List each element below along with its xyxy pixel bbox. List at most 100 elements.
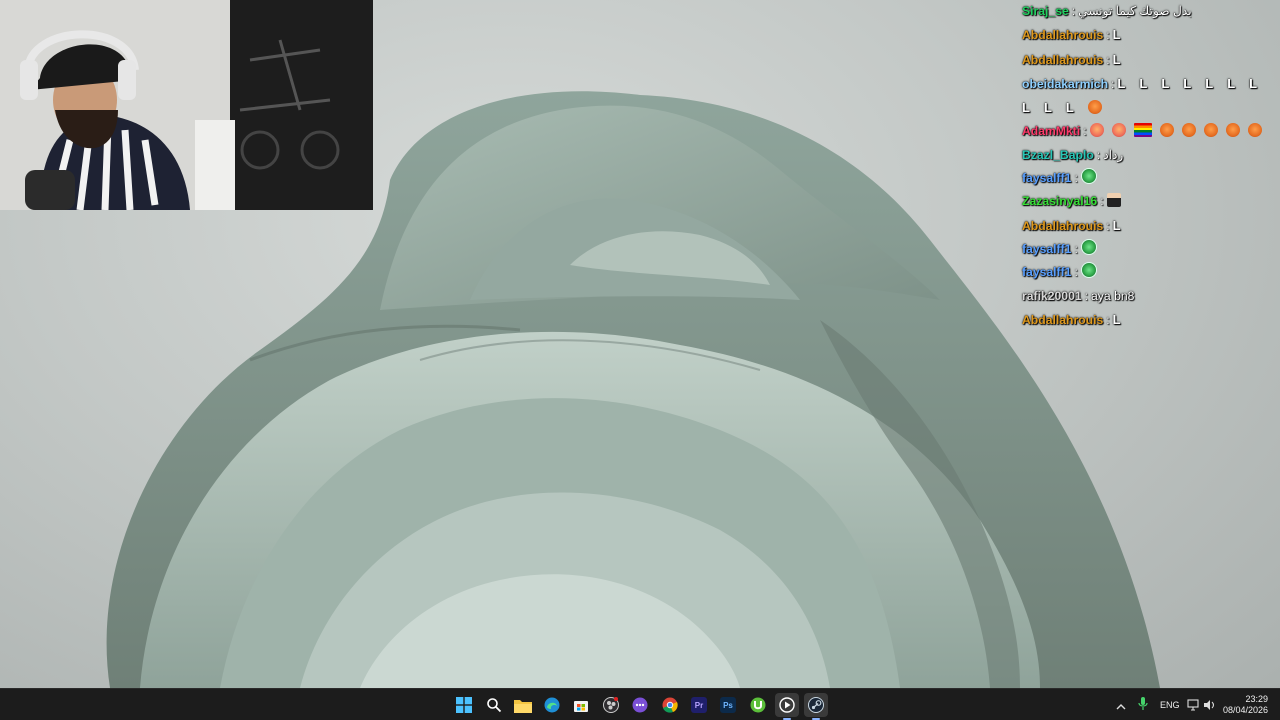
- store-icon: [573, 697, 589, 713]
- taskbar: Pr Ps ENG 23:29 08/04/2026: [0, 688, 1280, 720]
- photoshop-icon: Ps: [720, 697, 736, 713]
- chat-separator: :: [1074, 171, 1078, 186]
- search-button[interactable]: [482, 693, 506, 717]
- flushed-emote-icon: [1111, 123, 1126, 138]
- premiere-icon: Pr: [691, 697, 707, 713]
- microsoft-store[interactable]: [569, 693, 593, 717]
- stream-chat: Siraj_se: بدل صوتك كيما تونسي Abdallahroui…: [1022, 0, 1274, 340]
- chat-separator: :: [1071, 4, 1076, 18]
- chat-text: رداد: [1103, 147, 1124, 162]
- l-emote-icon: L: [1205, 75, 1214, 91]
- chrome-icon: [662, 697, 678, 713]
- angry-emote-icon: [1247, 123, 1262, 138]
- flushed-emote-icon: [1089, 123, 1104, 138]
- l-emote-icon: L: [1022, 100, 1030, 116]
- chat-separator: :: [1111, 76, 1115, 91]
- chat-text: بدل صوتك كيما تونسي: [1078, 4, 1192, 18]
- folder-icon: [514, 698, 532, 713]
- system-clock[interactable]: 23:29 08/04/2026: [1223, 694, 1268, 716]
- edge-icon: [544, 697, 560, 713]
- clock-date: 08/04/2026: [1222, 705, 1268, 715]
- chat-username: Abdallahrouis: [1022, 218, 1104, 233]
- chat-username: Abdallahrouis: [1022, 312, 1104, 327]
- chat-username: AdamMkti: [1022, 124, 1081, 139]
- photoshop[interactable]: Ps: [716, 693, 740, 717]
- l-emote-icon: L: [1183, 75, 1192, 91]
- chat-message: faysalff1:: [1022, 261, 1274, 284]
- chat-message: Abdallahrouis: L: [1022, 308, 1274, 332]
- chat-username: Zazasinyal16: [1022, 194, 1098, 209]
- chat-username: rafik20001: [1022, 288, 1082, 303]
- l-emote-icon: L: [1249, 75, 1258, 91]
- man-emote-icon: [1106, 193, 1121, 208]
- l-emote-icon: L: [1112, 27, 1121, 43]
- l-emote-icon: L: [1043, 100, 1052, 116]
- chat-message: rafik20001: aya bn8: [1022, 285, 1274, 308]
- play-icon: [779, 697, 795, 713]
- premiere-pro[interactable]: Pr: [687, 693, 711, 717]
- chat-separator: :: [1074, 241, 1078, 256]
- chat-icon: [632, 697, 648, 713]
- chat-message: AdamMkti:: [1022, 120, 1274, 143]
- start-button[interactable]: [452, 693, 476, 717]
- chat-message: Zazasinyal16:: [1022, 190, 1274, 213]
- chat-separator: :: [1084, 288, 1089, 303]
- volume-icon[interactable]: [1203, 698, 1216, 710]
- chat-message: Abdallahrouis: L: [1022, 48, 1274, 72]
- alien-emote-icon: [1080, 262, 1097, 279]
- media-player[interactable]: [775, 693, 799, 720]
- chat-username: faysalff1: [1022, 265, 1072, 280]
- windows-logo: [456, 697, 472, 713]
- l-emote-icon: L: [1065, 100, 1074, 116]
- alien-emote-icon: [1080, 168, 1097, 185]
- chat-separator: :: [1106, 28, 1110, 43]
- obs-studio[interactable]: [599, 693, 623, 717]
- chat-username: faysalff1: [1022, 171, 1072, 186]
- steam-icon: [808, 697, 824, 713]
- file-explorer[interactable]: [511, 693, 535, 717]
- network-icon[interactable]: [1187, 698, 1199, 711]
- chat-message: Abdallahrouis: L: [1022, 214, 1274, 238]
- search-icon: [486, 697, 502, 713]
- steam[interactable]: [804, 693, 828, 720]
- chat-username: Bzazl_Baplo: [1022, 147, 1094, 162]
- chat-username: Siraj_se: [1022, 4, 1069, 18]
- chat-message: Bzazl_Baplo: رداد: [1022, 144, 1274, 167]
- l-emote-icon: L: [1112, 217, 1121, 233]
- chat-app[interactable]: [628, 693, 652, 717]
- l-emote-icon: L: [1139, 75, 1148, 91]
- chat-separator: :: [1074, 265, 1078, 280]
- l-emote-icon: L: [1112, 311, 1121, 327]
- chat-separator: :: [1106, 218, 1110, 233]
- angry-emote-icon: [1225, 123, 1240, 138]
- utorrent[interactable]: [746, 693, 770, 717]
- webcam-feed: [0, 0, 373, 210]
- l-emote-icon: L: [1161, 75, 1170, 91]
- microphone-icon[interactable]: [1138, 697, 1148, 711]
- flag-emote-icon: [1133, 123, 1152, 138]
- angry-emote-icon: [1087, 100, 1102, 115]
- chat-message: Abdallahrouis: L: [1022, 23, 1274, 47]
- webcam-overlay: [0, 0, 373, 210]
- l-emote-icon: L: [1112, 51, 1121, 67]
- utorrent-icon: [750, 697, 766, 713]
- chat-separator: :: [1106, 312, 1110, 327]
- l-emote-icon: L: [1117, 75, 1126, 91]
- alien-emote-icon: [1080, 238, 1097, 255]
- chat-separator: :: [1100, 194, 1104, 209]
- chat-separator: :: [1096, 147, 1101, 162]
- language-indicator[interactable]: ENG: [1160, 700, 1180, 710]
- chrome-browser[interactable]: [658, 693, 682, 717]
- clock-time: 23:29: [1245, 694, 1268, 704]
- chat-username: obeidakarmich: [1022, 76, 1109, 91]
- edge-browser[interactable]: [540, 693, 564, 717]
- chat-message: faysalff1:: [1022, 167, 1274, 190]
- chat-username: Abdallahrouis: [1022, 52, 1104, 67]
- chat-separator: :: [1106, 52, 1110, 67]
- l-emote-icon: L: [1227, 75, 1236, 91]
- chat-message: Siraj_se: بدل صوتك كيما تونسي: [1022, 0, 1274, 23]
- obs-icon: [603, 697, 619, 713]
- angry-emote-icon: [1159, 123, 1174, 138]
- chat-separator: :: [1083, 124, 1087, 139]
- chevron-up-icon[interactable]: [1116, 699, 1126, 710]
